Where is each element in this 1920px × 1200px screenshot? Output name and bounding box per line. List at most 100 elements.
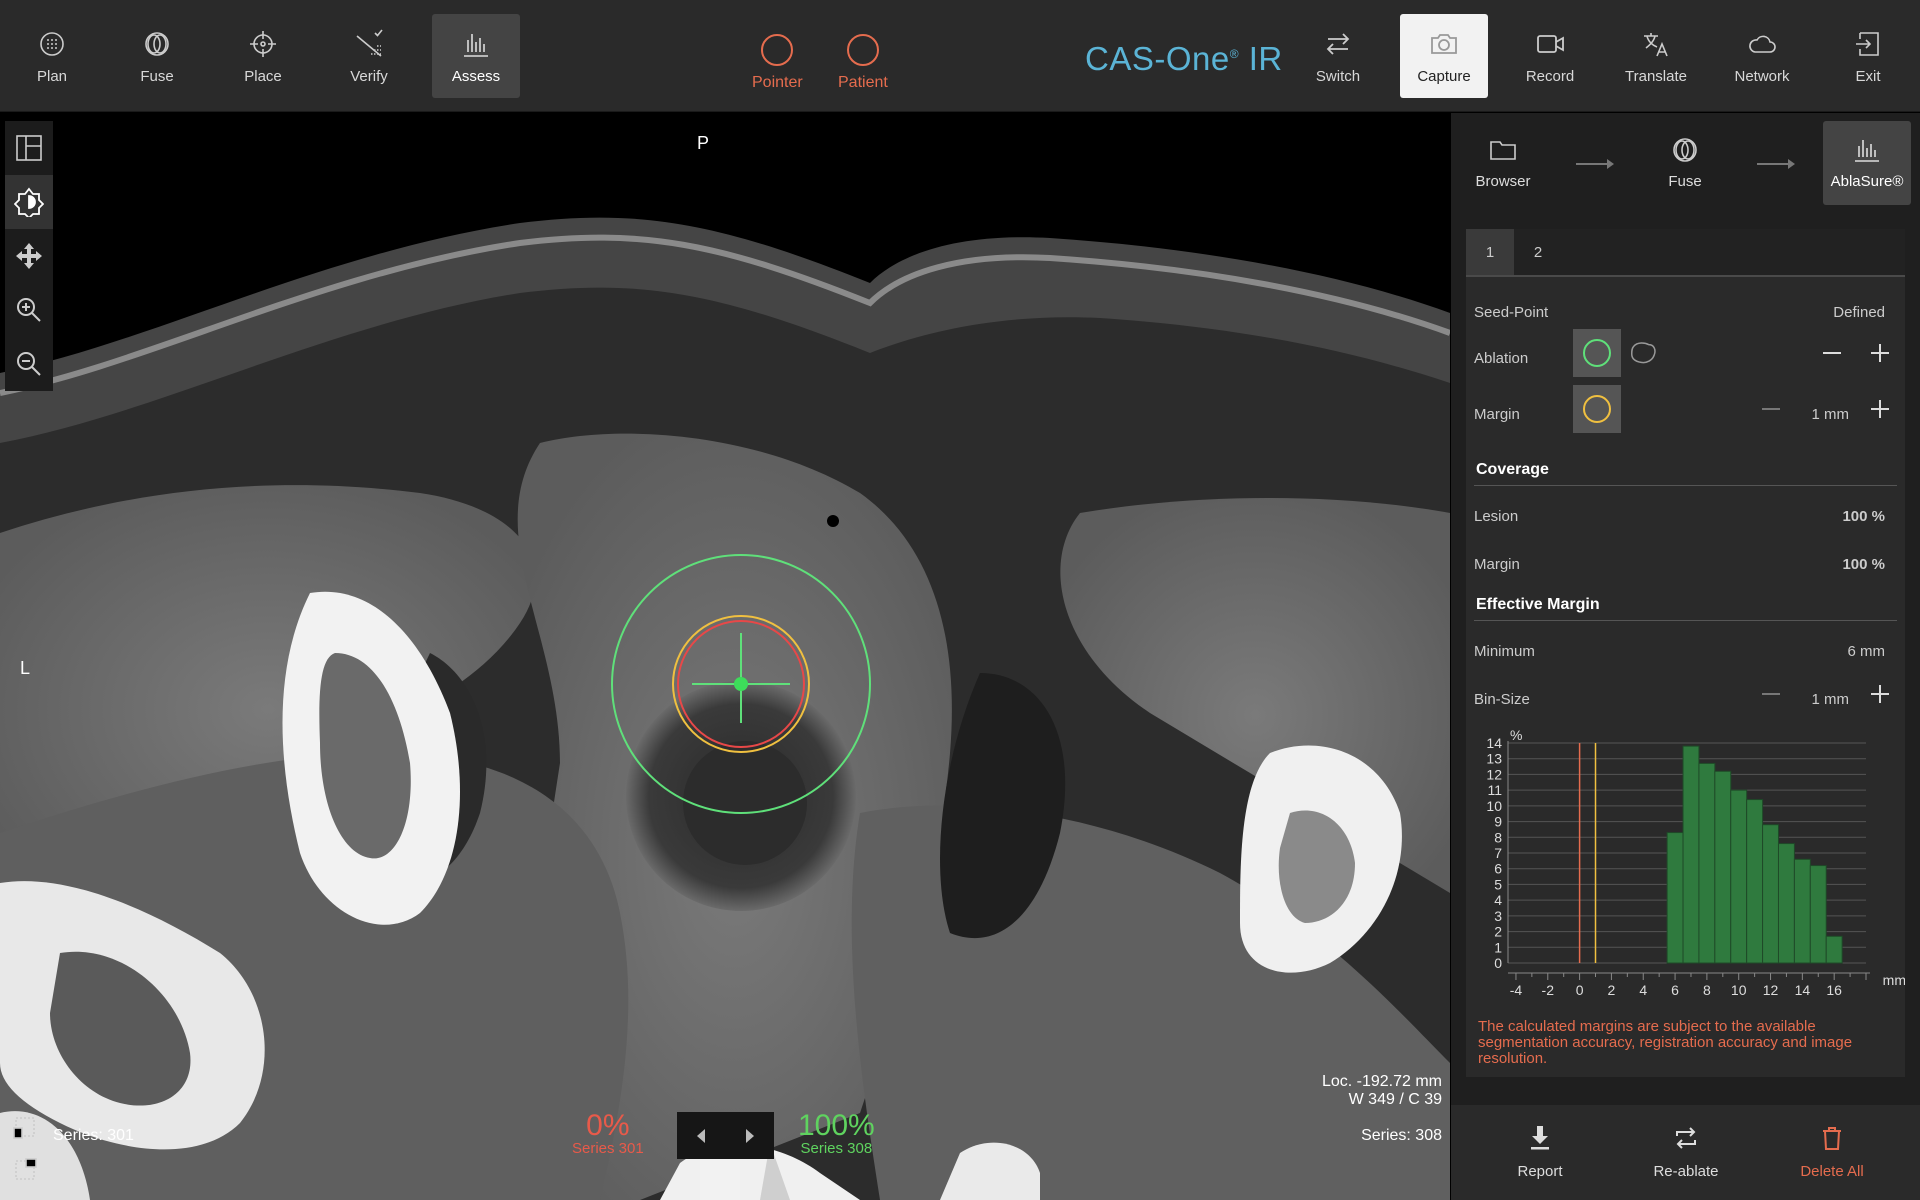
viewer-toolbar — [5, 121, 53, 391]
assessment-content: 1 2 Seed-Point Defined Ablation Margin 1… — [1466, 229, 1905, 1077]
bin-size-decrease-button[interactable] — [1756, 679, 1786, 709]
x-tick-label: 8 — [1703, 982, 1711, 998]
dashed-select-icon — [13, 1117, 35, 1139]
delete-all-label: Delete All — [1800, 1163, 1864, 1180]
delete-all-button[interactable]: Delete All — [1777, 1123, 1887, 1180]
assess-chart-icon — [1855, 140, 1879, 162]
margin-decrease-button[interactable] — [1756, 394, 1786, 424]
y-tick-label: 3 — [1494, 908, 1502, 924]
plan-button[interactable]: Plan — [8, 14, 96, 98]
capture-label: Capture — [1417, 68, 1471, 85]
next-series-button[interactable] — [726, 1112, 775, 1159]
series-right-label: Series: 308 — [1361, 1127, 1442, 1144]
record-button[interactable]: Record — [1506, 14, 1594, 98]
translate-button[interactable]: Translate — [1612, 14, 1700, 98]
histogram-bar — [1793, 858, 1811, 964]
histogram-bar — [1730, 789, 1748, 964]
histogram-bar — [1682, 745, 1700, 964]
exit-icon — [1856, 32, 1879, 56]
x-tick-label: 14 — [1795, 982, 1811, 998]
previous-series-button[interactable] — [677, 1112, 726, 1159]
workflow-fuse-label: Fuse — [1668, 173, 1702, 190]
assessment-tabs: 1 2 — [1466, 229, 1905, 277]
switch-button[interactable]: Switch — [1294, 14, 1382, 98]
cloud-icon — [1749, 35, 1776, 53]
y-tick-label: 0 — [1494, 955, 1502, 971]
window-level-text: W 349 / C 39 — [1348, 1091, 1442, 1108]
re-ablate-button[interactable]: Re-ablate — [1631, 1123, 1741, 1180]
folder-icon — [1490, 141, 1516, 160]
place-button[interactable]: Place — [219, 14, 307, 98]
ablation-overlay[interactable] — [0, 113, 1450, 1200]
ablation-circle-shape-button[interactable] — [1573, 329, 1621, 377]
y-tick-label: 13 — [1486, 751, 1502, 767]
x-tick-label: 6 — [1671, 982, 1679, 998]
y-tick-label: 9 — [1494, 814, 1502, 830]
layout-tool[interactable] — [5, 121, 53, 175]
capture-button[interactable]: Capture — [1400, 14, 1488, 98]
assess-button[interactable]: Assess — [432, 14, 520, 98]
select-region-alt-tool[interactable] — [8, 1153, 42, 1187]
fuse-button[interactable]: Fuse — [113, 14, 201, 98]
workflow-fuse-step[interactable]: Fuse — [1641, 121, 1729, 205]
histogram-bar — [1809, 865, 1827, 964]
top-toolbar: Plan Fuse Place Verify Assess Pointer Pa… — [0, 0, 1920, 112]
ablation-increase-button[interactable] — [1865, 338, 1895, 368]
bin-size-increase-button[interactable] — [1865, 679, 1895, 709]
x-tick-label: 2 — [1608, 982, 1616, 998]
triangle-left-icon — [697, 1128, 706, 1143]
workflow-browser-step[interactable]: Browser — [1459, 121, 1547, 205]
coverage-margin-value: 100 % — [1842, 556, 1885, 573]
right-percent-value: 100% — [798, 1109, 875, 1142]
margin-increase-button[interactable] — [1865, 394, 1895, 424]
zoom-out-tool[interactable] — [5, 337, 53, 391]
seed-point-label: Seed-Point — [1474, 304, 1549, 321]
window-level-tool[interactable] — [5, 175, 53, 229]
x-tick-label: 4 — [1639, 982, 1647, 998]
ablation-freeform-shape-button[interactable] — [1628, 338, 1658, 368]
contrast-icon — [14, 187, 44, 217]
seed-point[interactable] — [734, 677, 748, 691]
ablation-label: Ablation — [1474, 350, 1529, 367]
x-tick-label: 10 — [1731, 982, 1747, 998]
network-button[interactable]: Network — [1718, 14, 1806, 98]
margin-accuracy-warning: The calculated margins are subject to th… — [1478, 1018, 1853, 1067]
fuse-icon — [1673, 138, 1697, 162]
y-tick-label: 2 — [1494, 924, 1502, 940]
report-button[interactable]: Report — [1485, 1123, 1595, 1180]
tab-2[interactable]: 2 — [1514, 229, 1562, 275]
margin-value: 1 mm — [1811, 406, 1850, 423]
x-tick-label: 0 — [1576, 982, 1584, 998]
brand-name: CAS-One — [1085, 40, 1230, 77]
series-navigator — [677, 1112, 774, 1159]
workflow-ablasure-step[interactable]: AblaSure® — [1823, 121, 1911, 205]
ablation-decrease-button[interactable] — [1817, 338, 1847, 368]
coverage-heading: Coverage — [1474, 461, 1897, 486]
y-tick-label: 6 — [1494, 861, 1502, 877]
brand-logo: CAS-One® IR — [1085, 40, 1283, 78]
brand-registered-mark: ® — [1229, 47, 1240, 61]
verify-button[interactable]: Verify — [325, 14, 413, 98]
y-tick-label: 7 — [1494, 845, 1502, 861]
y-tick-label: 12 — [1486, 766, 1502, 782]
switch-label: Switch — [1315, 68, 1361, 85]
tab-1[interactable]: 1 — [1466, 229, 1514, 275]
exit-button[interactable]: Exit — [1824, 14, 1912, 98]
pointer-status-label: Pointer — [752, 74, 803, 91]
assess-label: Assess — [451, 68, 501, 85]
place-label: Place — [244, 68, 282, 85]
assess-chart-icon — [464, 34, 488, 57]
left-coverage-percent: 0% Series 301 — [572, 1111, 644, 1157]
plan-icon — [40, 32, 64, 56]
right-percent-series: Series 308 — [800, 1140, 873, 1157]
zoom-in-tool[interactable] — [5, 283, 53, 337]
pan-tool[interactable] — [5, 229, 53, 283]
margin-circle-button[interactable] — [1573, 385, 1621, 433]
ct-viewer[interactable]: P L Loc. -192.72 mm W 349 / C 39 Series:… — [0, 113, 1450, 1200]
left-percent-series: Series 301 — [572, 1140, 644, 1157]
select-region-tool[interactable] — [8, 1110, 42, 1144]
fuse-label: Fuse — [140, 68, 174, 85]
record-label: Record — [1525, 68, 1575, 85]
patient-status[interactable]: Patient — [838, 34, 888, 92]
pointer-status[interactable]: Pointer — [752, 34, 803, 92]
